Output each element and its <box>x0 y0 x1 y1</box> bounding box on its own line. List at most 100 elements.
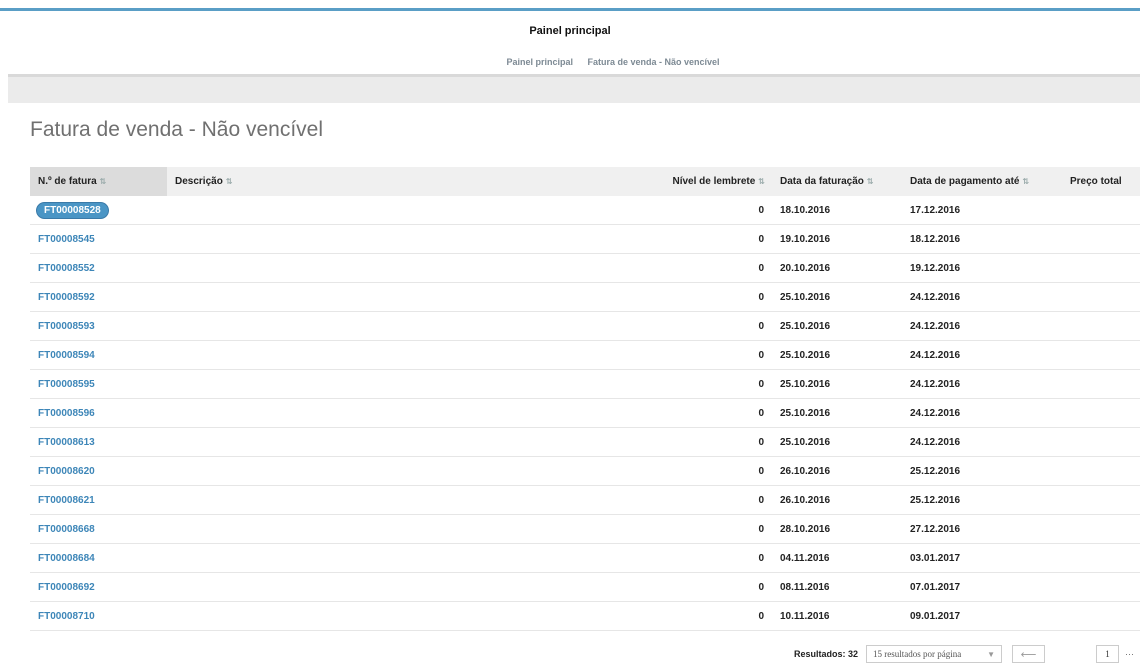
reminder-level-cell: 0 <box>632 427 772 457</box>
total-price-cell <box>1062 427 1140 457</box>
due-date-cell: 27.12.2016 <box>902 514 1062 544</box>
reminder-level-cell: 0 <box>632 456 772 486</box>
total-price-cell <box>1062 282 1140 312</box>
per-page-select[interactable]: 15 resultados por página ▼ <box>866 645 1003 663</box>
invoice-link[interactable]: FT00008620 <box>38 466 95 477</box>
invoice-date-cell: 25.10.2016 <box>772 282 902 312</box>
invoice-link[interactable]: FT00008692 <box>38 582 95 593</box>
invoice-link[interactable]: FT00008545 <box>38 234 95 245</box>
description-cell <box>167 311 632 341</box>
page-number-button[interactable]: 1 <box>1096 645 1120 663</box>
invoice-number-cell: FT00008613 <box>30 427 167 457</box>
table-row[interactable]: FT00008620 0 26.10.2016 25.12.2016 <box>30 456 1140 486</box>
table-row[interactable]: FT00008592 0 25.10.2016 24.12.2016 <box>30 282 1140 312</box>
toolbar-band <box>8 74 1140 103</box>
invoice-link[interactable]: FT00008684 <box>38 553 95 564</box>
pagination: Resultados: 32 15 resultados por página … <box>794 643 1134 665</box>
total-price-cell <box>1062 369 1140 399</box>
table-row[interactable]: FT00008668 0 28.10.2016 27.12.2016 <box>30 514 1140 544</box>
breadcrumb-item-current[interactable]: Fatura de venda - Não vencível <box>588 57 720 67</box>
invoice-date-cell: 25.10.2016 <box>772 427 902 457</box>
table-header-row: N.º de fatura ⇅ Descrição ⇅ Nível de lembr… <box>30 167 1140 196</box>
table-row[interactable]: FT00008594 0 25.10.2016 24.12.2016 <box>30 340 1140 370</box>
sort-arrows-icon[interactable]: ⇅ <box>867 177 874 186</box>
description-cell <box>167 456 632 486</box>
table-row[interactable]: FT00008710 0 10.11.2016 09.01.2017 <box>30 601 1140 631</box>
table-row[interactable]: FT00008552 0 20.10.2016 19.12.2016 <box>30 253 1140 283</box>
invoice-date-cell: 26.10.2016 <box>772 485 902 515</box>
total-price-cell <box>1062 514 1140 544</box>
table-row[interactable]: FT00008593 0 25.10.2016 24.12.2016 <box>30 311 1140 341</box>
due-date-cell: 03.01.2017 <box>902 543 1062 573</box>
column-header-invoice-date[interactable]: Data da faturação ⇅ <box>772 167 902 196</box>
invoice-number-cell: FT00008621 <box>30 485 167 515</box>
table-row[interactable]: FT00008595 0 25.10.2016 24.12.2016 <box>30 369 1140 399</box>
sort-arrows-icon[interactable]: ⇅ <box>1022 177 1029 186</box>
invoice-table-body: FT00008528 0 18.10.2016 17.12.2016 FT0000854… <box>30 196 1140 631</box>
due-date-cell: 25.12.2016 <box>902 456 1062 486</box>
description-cell <box>167 427 632 457</box>
table-row[interactable]: FT00008613 0 25.10.2016 24.12.2016 <box>30 427 1140 457</box>
previous-page-button[interactable]: ⟵ <box>1012 645 1046 663</box>
results-count: Resultados: 32 <box>794 649 859 659</box>
invoice-date-cell: 25.10.2016 <box>772 311 902 341</box>
reminder-level-cell: 0 <box>632 485 772 515</box>
invoice-date-cell: 28.10.2016 <box>772 514 902 544</box>
table-row[interactable]: FT00008621 0 26.10.2016 25.12.2016 <box>30 485 1140 515</box>
invoice-link[interactable]: FT00008710 <box>38 611 95 622</box>
description-cell <box>167 572 632 602</box>
breadcrumb-item-home[interactable]: Painel principal <box>506 57 573 67</box>
description-cell <box>167 485 632 515</box>
table-row[interactable]: FT00008528 0 18.10.2016 17.12.2016 <box>30 196 1140 225</box>
invoice-number-cell: FT00008684 <box>30 543 167 573</box>
invoice-number-cell: FT00008528 <box>30 196 167 225</box>
column-header-due-date[interactable]: Data de pagamento até ⇅ <box>902 167 1062 196</box>
header-title: Painel principal <box>529 25 611 37</box>
invoice-date-cell: 26.10.2016 <box>772 456 902 486</box>
invoice-date-cell: 04.11.2016 <box>772 543 902 573</box>
invoice-link[interactable]: FT00008592 <box>38 292 95 303</box>
invoice-link[interactable]: FT00008528 <box>37 202 108 218</box>
invoice-date-cell: 25.10.2016 <box>772 369 902 399</box>
invoice-link[interactable]: FT00008593 <box>38 321 95 332</box>
column-header-invoice-number[interactable]: N.º de fatura ⇅ <box>30 167 167 196</box>
invoice-link[interactable]: FT00008621 <box>38 495 95 506</box>
invoice-date-cell: 20.10.2016 <box>772 253 902 283</box>
invoice-date-cell: 25.10.2016 <box>772 398 902 428</box>
total-price-cell <box>1062 253 1140 283</box>
arrow-left-icon: ⟵ <box>1020 648 1037 661</box>
due-date-cell: 09.01.2017 <box>902 601 1062 631</box>
description-cell <box>167 369 632 399</box>
invoice-table: N.º de fatura ⇅ Descrição ⇅ Nível de lembr… <box>30 167 1140 631</box>
table-row[interactable]: FT00008596 0 25.10.2016 24.12.2016 <box>30 398 1140 428</box>
reminder-level-cell: 0 <box>632 282 772 312</box>
invoice-link[interactable]: FT00008596 <box>38 408 95 419</box>
total-price-cell <box>1062 224 1140 254</box>
column-header-total-price[interactable]: Preço total <box>1062 167 1140 196</box>
sort-arrows-icon[interactable]: ⇅ <box>226 177 233 186</box>
invoice-link[interactable]: FT00008552 <box>38 263 95 274</box>
pagination-ellipsis: ··· <box>1125 649 1135 659</box>
table-row[interactable]: FT00008545 0 19.10.2016 18.12.2016 <box>30 224 1140 254</box>
sort-arrows-icon[interactable]: ⇅ <box>100 177 107 186</box>
table-row[interactable]: FT00008684 0 04.11.2016 03.01.2017 <box>30 543 1140 573</box>
invoice-link[interactable]: FT00008594 <box>38 350 95 361</box>
invoice-date-cell: 10.11.2016 <box>772 601 902 631</box>
column-header-description[interactable]: Descrição ⇅ <box>167 167 632 196</box>
invoice-link[interactable]: FT00008668 <box>38 524 95 535</box>
invoice-date-cell: 25.10.2016 <box>772 340 902 370</box>
reminder-level-cell: 0 <box>632 369 772 399</box>
table-row[interactable]: FT00008692 0 08.11.2016 07.01.2017 <box>30 572 1140 602</box>
invoice-number-cell: FT00008545 <box>30 224 167 254</box>
column-header-reminder-level[interactable]: Nível de lembrete ⇅ <box>632 167 772 196</box>
due-date-cell: 24.12.2016 <box>902 340 1062 370</box>
reminder-level-cell: 0 <box>632 398 772 428</box>
invoice-table-container: N.º de fatura ⇅ Descrição ⇅ Nível de lembr… <box>30 167 1140 637</box>
invoice-link[interactable]: FT00008595 <box>38 379 95 390</box>
reminder-level-cell: 0 <box>632 253 772 283</box>
reminder-level-cell: 0 <box>632 543 772 573</box>
description-cell <box>167 601 632 631</box>
invoice-link[interactable]: FT00008613 <box>38 437 95 448</box>
invoice-number-cell: FT00008710 <box>30 601 167 631</box>
sort-arrows-icon[interactable]: ⇅ <box>758 177 765 186</box>
